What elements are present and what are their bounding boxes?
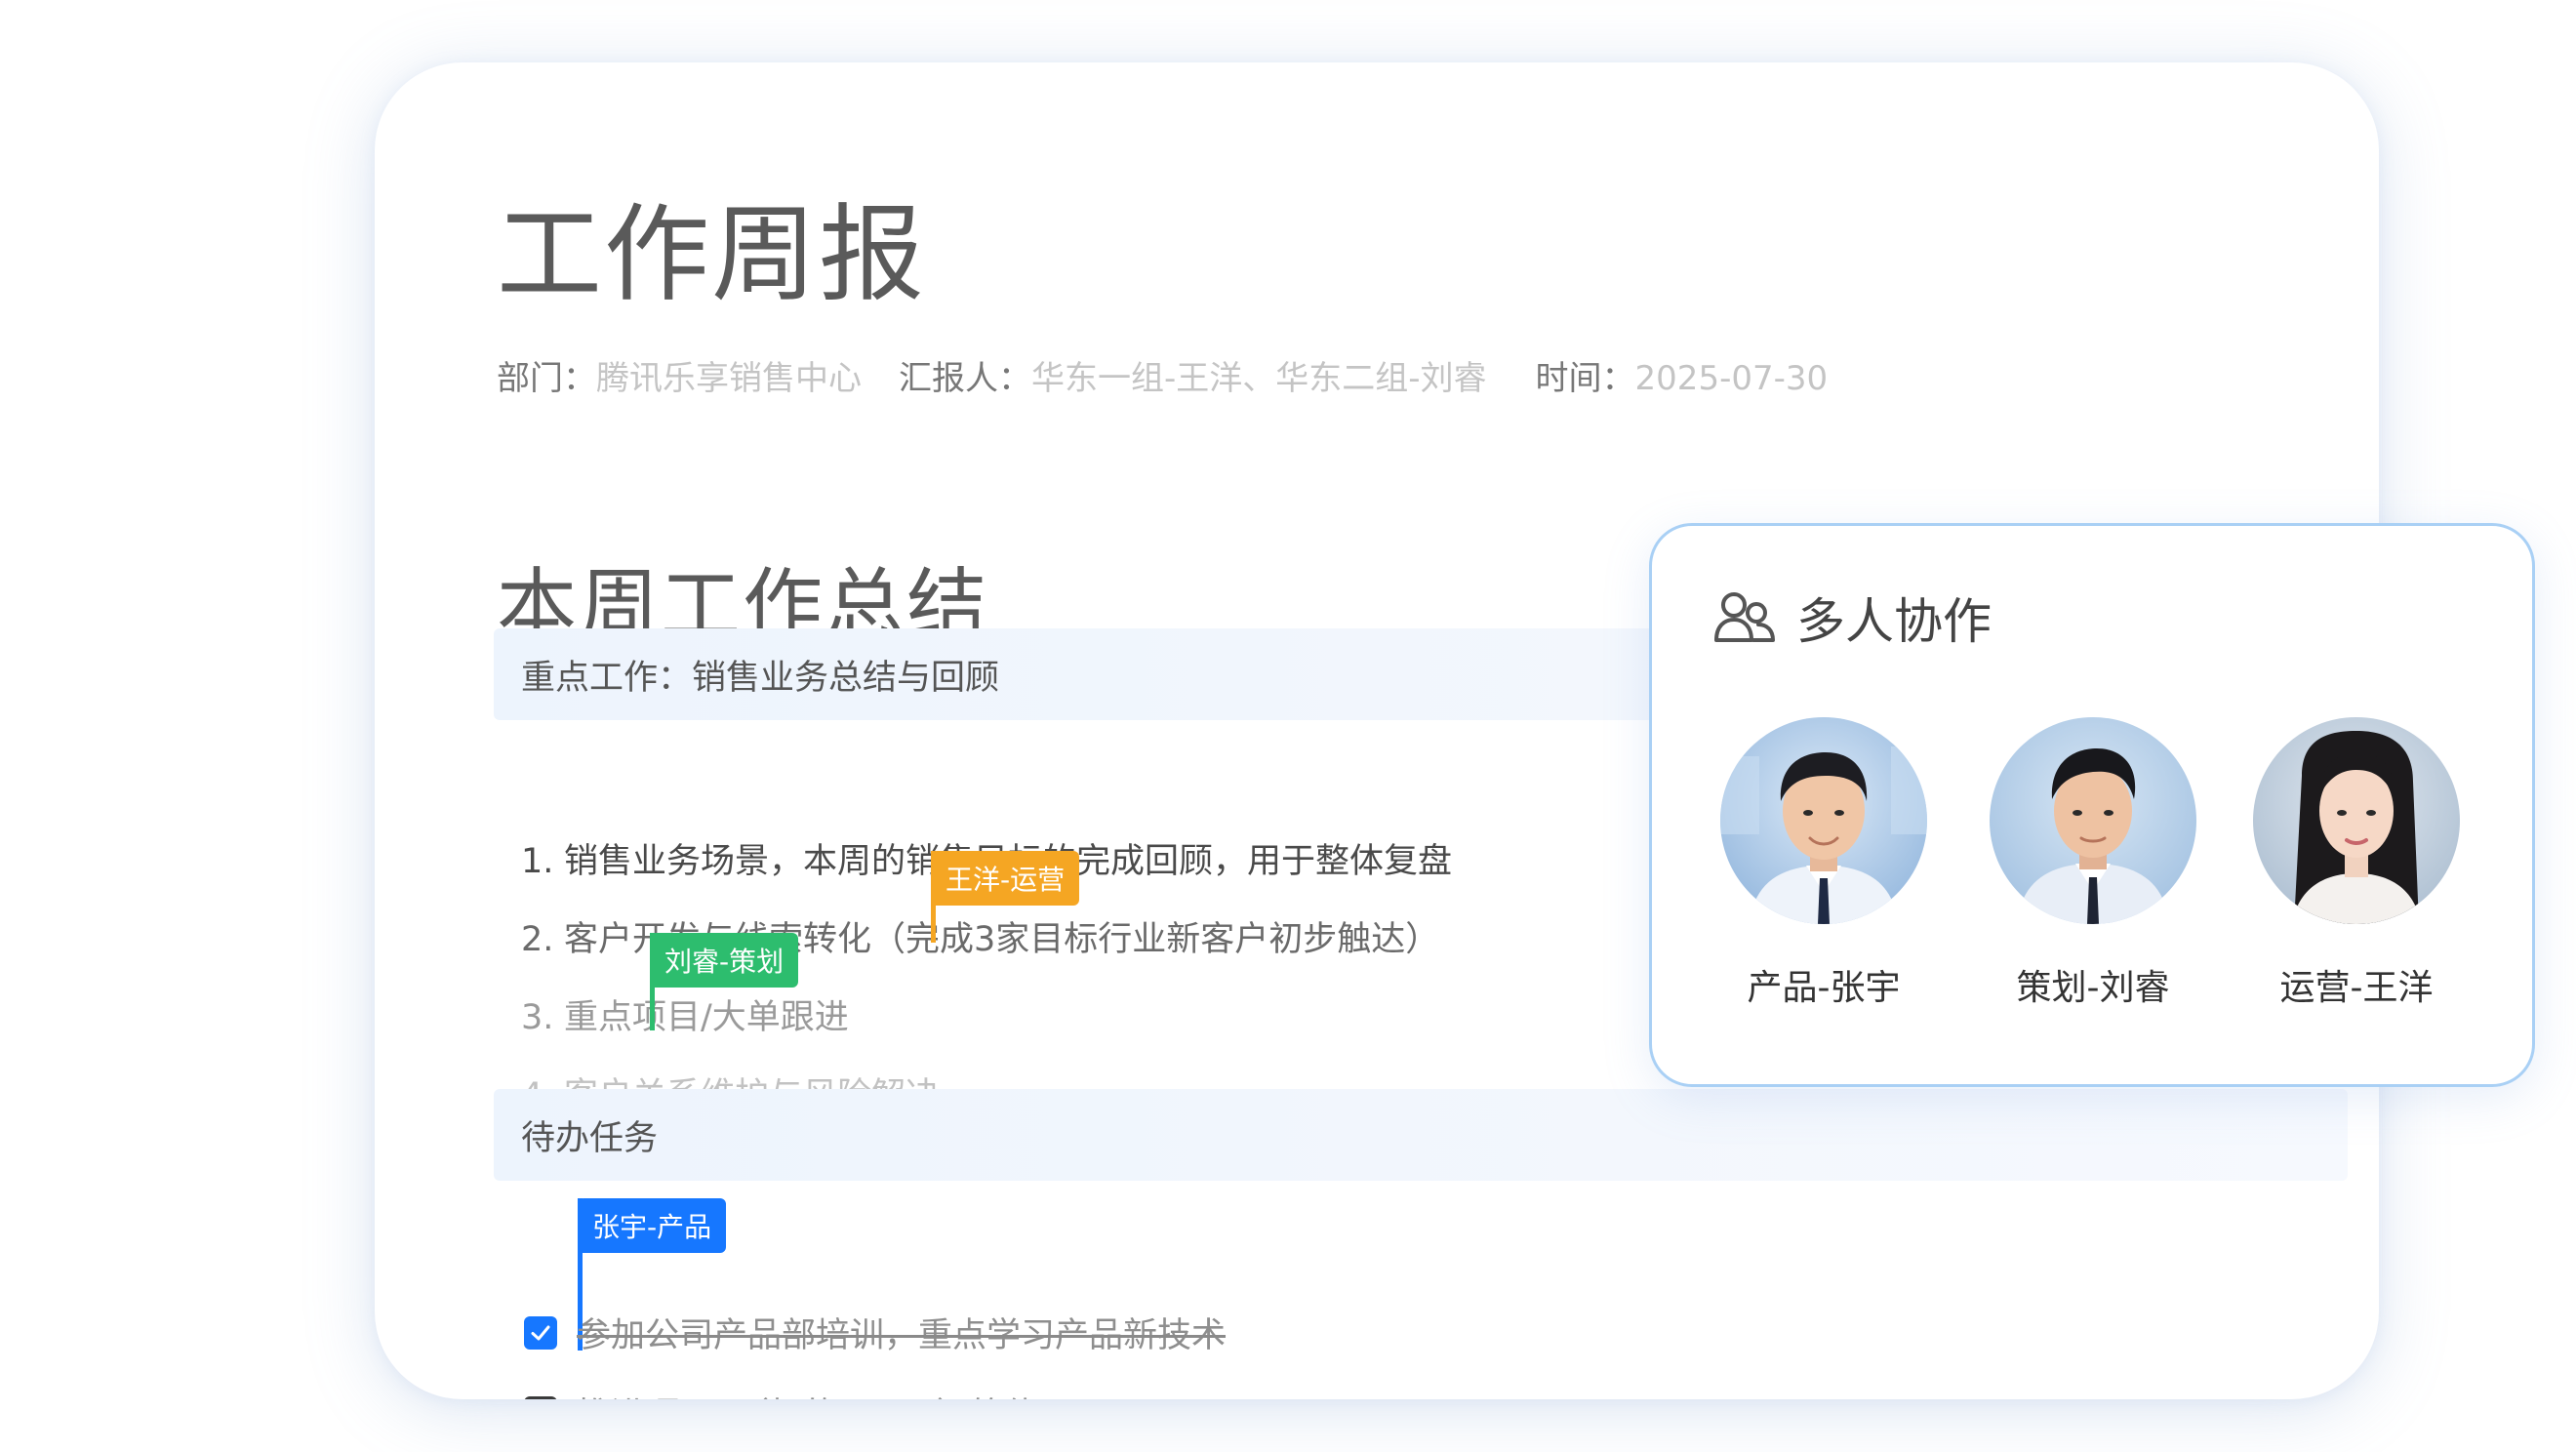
task-row: 推进项目E（标的500万）签约 — [524, 1388, 1039, 1399]
member-name: 运营-王洋 — [2279, 968, 2434, 1008]
member-card[interactable]: 策划-刘睿 — [1986, 717, 2200, 1010]
task-text[interactable]: 参加公司产品部培训，重点学习产品新技术 — [577, 1308, 1226, 1357]
member-card[interactable]: 运营-王洋 — [2249, 717, 2464, 1010]
cursor-tag-liurui: 刘睿-策划 — [650, 933, 799, 988]
todo-bar[interactable]: 待办任务 — [494, 1089, 2348, 1181]
avatar — [1990, 717, 2196, 924]
avatar — [2253, 717, 2460, 924]
cursor-tag-zhangyu: 张宇-产品 — [578, 1198, 727, 1253]
task-row: 参加公司产品部培训，重点学习产品新技术 — [524, 1308, 1226, 1357]
task-checkbox-unchecked[interactable] — [524, 1395, 557, 1399]
member-name: 策划-刘睿 — [2016, 968, 2170, 1008]
list-number: 2. — [521, 920, 554, 959]
todo-text: 待办任务 — [521, 1118, 659, 1158]
collab-header: 多人协作 — [1712, 583, 1992, 653]
reporter-value[interactable]: 华东一组-王洋、华东二组-刘睿 — [1031, 351, 1487, 399]
task-checkbox-checked[interactable] — [524, 1315, 557, 1350]
page-title: 工作周报 — [497, 194, 927, 316]
task-text[interactable]: 推进项目E（标的500万）签约 — [577, 1388, 1039, 1399]
collab-title: 多人协作 — [1796, 593, 1992, 650]
time-value[interactable]: 2025-07-30 — [1635, 359, 1829, 398]
list-number: 3. — [521, 998, 554, 1037]
users-icon — [1714, 592, 1775, 642]
check-icon — [531, 1325, 550, 1340]
meta-row: 部门： 腾讯乐享销售中心 汇报人： 华东一组-王洋、华东二组-刘睿 时间： 20… — [497, 351, 1828, 399]
member-card[interactable]: 产品-张宇 — [1716, 717, 1931, 1010]
key-work-text: 重点工作：销售业务总结与回顾 — [521, 658, 1000, 698]
time-label: 时间： — [1535, 359, 1635, 398]
list-number: 1. — [521, 842, 554, 881]
member-name: 产品-张宇 — [1747, 968, 1901, 1008]
reporter-label: 汇报人： — [899, 359, 1031, 398]
department-label: 部门： — [497, 359, 596, 398]
list-item[interactable]: 3. 重点项目/大单跟进 — [521, 989, 849, 1039]
department-value[interactable]: 腾讯乐享销售中心 — [596, 351, 862, 399]
collab-panel: 多人协作 产品-张宇 策划-刘睿 运营-王洋 — [1649, 523, 2535, 1087]
avatar — [1720, 717, 1927, 924]
list-text: 重点项目/大单跟进 — [564, 998, 849, 1037]
cursor-tag-wangyang: 王洋-运营 — [931, 851, 1080, 906]
